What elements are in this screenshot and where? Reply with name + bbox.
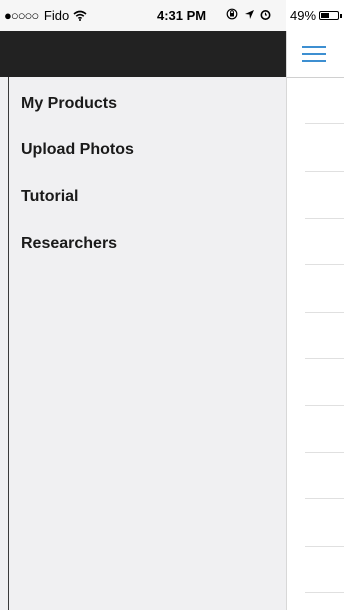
menu-item-upload-photos[interactable]: Upload Photos — [21, 141, 134, 159]
list-divider — [305, 546, 344, 547]
list-divider — [305, 123, 344, 124]
battery-percentage: 49% — [290, 8, 317, 23]
menu-item-researchers[interactable]: Researchers — [21, 235, 117, 253]
list-divider — [305, 452, 344, 453]
list-divider — [305, 264, 344, 265]
battery-fill — [321, 13, 329, 18]
alarm-icon — [260, 7, 271, 22]
menu-item-tutorial[interactable]: Tutorial — [21, 188, 78, 206]
drawer-edge — [0, 77, 8, 610]
carrier-name: Fido — [43, 8, 70, 23]
location-arrow-icon — [244, 7, 261, 22]
menu-item-my-products[interactable]: My Products — [21, 95, 117, 113]
status-bar: ●○○○○ Fido 4:31 PM — [0, 0, 286, 31]
content-top-bar — [287, 31, 344, 78]
carrier-indicator: ●○○○○ Fido — [4, 8, 87, 23]
status-bar-right: 49% — [286, 0, 344, 31]
list-divider — [305, 171, 344, 172]
list-divider — [305, 405, 344, 406]
rotation-lock-icon — [226, 7, 244, 22]
list-divider — [305, 592, 344, 593]
list-divider — [305, 498, 344, 499]
signal-strength-icon: ●○○○○ — [4, 8, 39, 23]
hamburger-menu-icon[interactable] — [302, 46, 326, 62]
battery-icon — [319, 11, 339, 20]
wifi-icon — [73, 8, 87, 23]
battery-tip — [340, 14, 342, 18]
main-content — [286, 31, 344, 610]
list-divider — [305, 358, 344, 359]
list-divider — [305, 218, 344, 219]
status-time: 4:31 PM — [157, 8, 207, 23]
list-divider — [305, 312, 344, 313]
system-icons — [226, 7, 271, 22]
drawer-header — [0, 31, 286, 77]
